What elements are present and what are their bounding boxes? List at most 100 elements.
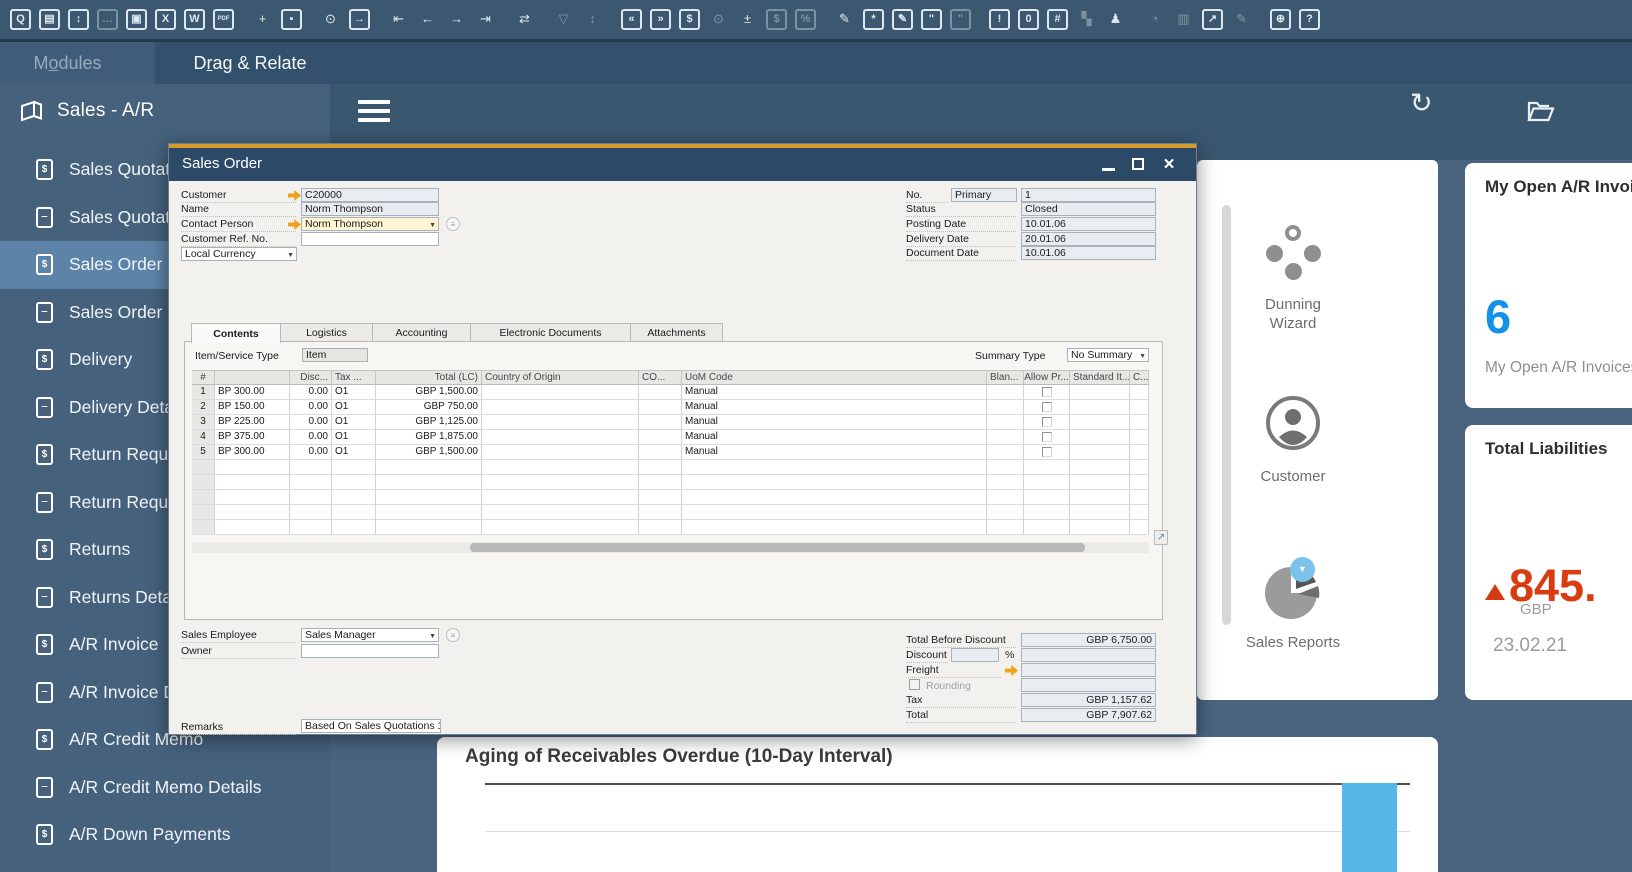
remarks-icon[interactable]: " [921,9,942,30]
export-word-icon[interactable]: W [184,9,205,30]
approval-warning-icon[interactable]: ! [989,9,1010,30]
volume-discount-icon[interactable]: $ [766,9,787,30]
kpi-card-total-liabilities[interactable]: Total Liabilities 845. GBP 23.02.21 [1465,425,1632,700]
owner-field[interactable] [301,644,439,658]
contact-person-field[interactable]: Norm Thompson ▼ [301,217,439,231]
rounding-checkbox[interactable] [909,679,920,690]
hamburger-menu-icon[interactable] [358,100,390,126]
table-row[interactable]: 4 BP 375.00 0.00 O1 GBP 1,875.00 Manual [192,430,1149,445]
column-header[interactable]: C... [1130,370,1149,385]
sidebar-item-ar-down-payments[interactable]: $ A/R Down Payments [0,811,330,859]
gross-profit-icon[interactable]: ± [737,9,758,30]
table-row[interactable]: 2 BP 150.00 0.00 O1 GBP 750.00 Manual [192,400,1149,415]
document-currency-icon[interactable]: $ [679,9,700,30]
form-settings-icon[interactable]: * [863,9,884,30]
document-draft-icon[interactable]: ✎ [892,9,913,30]
widget-panel-scrollbar[interactable] [1222,205,1231,625]
tax-field[interactable]: GBP 1,157.62 [1021,693,1156,707]
pan-view-icon[interactable]: + [252,9,273,30]
contact-list-icon[interactable]: ≡ [446,217,460,231]
link-arrow-icon[interactable] [1005,665,1018,676]
discount-amount-field[interactable] [1021,648,1156,662]
allow-procurement-checkbox[interactable] [1042,447,1052,457]
document-tab[interactable]: Logistics [281,323,373,342]
cockpit-widget-panel[interactable]: Dunning Wizard Customer ▼ Sales Reports [1197,160,1438,700]
open-folder-icon[interactable] [1526,99,1556,130]
send-message-icon[interactable]: … [97,9,118,30]
widget-customer[interactable]: Customer [1243,394,1343,486]
document-tab[interactable]: Contents [191,323,281,343]
summary-type-select[interactable]: No Summary ▼ [1067,348,1149,362]
allow-procurement-checkbox[interactable] [1042,417,1052,427]
widget-sales-reports[interactable]: ▼ Sales Reports [1227,565,1359,652]
edit-icon[interactable]: ✎ [834,9,855,30]
user-icon[interactable]: ♟ [1105,9,1126,30]
column-header[interactable]: Blan... [987,370,1024,385]
last-record-icon[interactable]: ⇥ [475,9,496,30]
column-header[interactable]: # [192,370,215,385]
minimize-button[interactable] [1100,156,1118,174]
discount-percent-field[interactable] [951,648,999,662]
kpi-card-open-ar-invoices[interactable]: My Open A/R Invoices 6 My Open A/R Invoi… [1465,163,1632,408]
employee-list-icon[interactable]: ≡ [446,628,460,642]
tab-drag-and-relate[interactable]: Drag & Relate [155,42,345,84]
tab-modules[interactable]: Modules [0,42,135,84]
forward-remarks-icon[interactable]: " [950,9,971,30]
table-row[interactable] [192,505,1149,520]
remarks-field[interactable]: Based On Sales Quotations 1. [301,719,441,733]
goto-document-icon[interactable]: → [349,9,370,30]
dashboard-icon[interactable]: ◔ [1144,9,1165,30]
calculator-icon[interactable]: # [1047,9,1068,30]
maximize-button[interactable] [1130,156,1148,174]
column-header[interactable]: Disc... [290,370,332,385]
table-row[interactable]: 3 BP 225.00 0.00 O1 GBP 1,125.00 Manual [192,415,1149,430]
column-header[interactable] [215,370,290,385]
total-before-discount-field[interactable]: GBP 6,750.00 [1021,633,1156,647]
help-icon[interactable]: ? [1299,9,1320,30]
document-tab[interactable]: Electronic Documents [471,323,631,342]
table-row[interactable] [192,475,1149,490]
status-field[interactable]: Closed [1021,202,1156,216]
base-document-icon[interactable]: % [795,9,816,30]
approval-status-icon[interactable]: 0 [1018,9,1039,30]
customer-field[interactable]: C20000 [301,188,439,202]
lock-screen-icon[interactable]: ▪ [281,9,302,30]
org-structure-icon[interactable]: ▚ [1076,9,1097,30]
allow-procurement-checkbox[interactable] [1042,402,1052,412]
document-date-field[interactable]: 10.01.06 [1021,246,1156,260]
export-excel-icon[interactable]: X [155,9,176,30]
currency-select[interactable]: Local Currency ▼ [181,247,297,261]
delivery-date-field[interactable]: 20.01.06 [1021,232,1156,246]
copy-from-document-icon[interactable]: » [650,9,671,30]
allow-procurement-checkbox[interactable] [1042,387,1052,397]
grid-hscroll-thumb[interactable] [470,543,1085,552]
expand-grid-icon[interactable]: ↗ [1154,530,1168,545]
find-document-icon[interactable]: Q [10,9,31,30]
customer-ref-field[interactable] [301,232,439,246]
freight-field[interactable] [1021,663,1156,677]
sales-employee-select[interactable]: Sales Manager ▼ [301,628,439,642]
table-row[interactable]: 1 BP 300.00 0.00 O1 GBP 1,500.00 Manual [192,385,1149,400]
print-icon[interactable]: ▤ [39,9,60,30]
rounding-field[interactable] [1021,678,1156,692]
document-tab[interactable]: Accounting [373,323,471,342]
posting-date-field[interactable]: 10.01.06 [1021,217,1156,231]
column-header[interactable]: Country of Origin [482,370,639,385]
column-header[interactable]: Total (LC) [376,370,482,385]
widget-dunning-wizard[interactable]: Dunning Wizard [1243,225,1343,333]
copy-special-icon[interactable]: ▣ [126,9,147,30]
split-view-icon[interactable]: ▥ [1173,9,1194,30]
name-field[interactable]: Norm Thompson [301,202,439,216]
total-field[interactable]: GBP 7,907.62 [1021,708,1156,722]
signature-icon[interactable]: ✎ [1231,9,1252,30]
previous-record-icon[interactable]: ← [417,9,438,30]
first-record-icon[interactable]: ⇤ [388,9,409,30]
table-row[interactable]: 5 BP 300.00 0.00 O1 GBP 1,500.00 Manual [192,445,1149,460]
column-header[interactable]: Tax ... [332,370,376,385]
sort-icon[interactable]: ↕ [582,9,603,30]
filter-icon[interactable]: ▽ [553,9,574,30]
export-chart-icon[interactable]: ↗ [1202,9,1223,30]
table-row[interactable] [192,490,1149,505]
refresh-record-icon[interactable]: ⇄ [514,9,535,30]
column-header[interactable]: Allow Pr... [1024,370,1070,385]
